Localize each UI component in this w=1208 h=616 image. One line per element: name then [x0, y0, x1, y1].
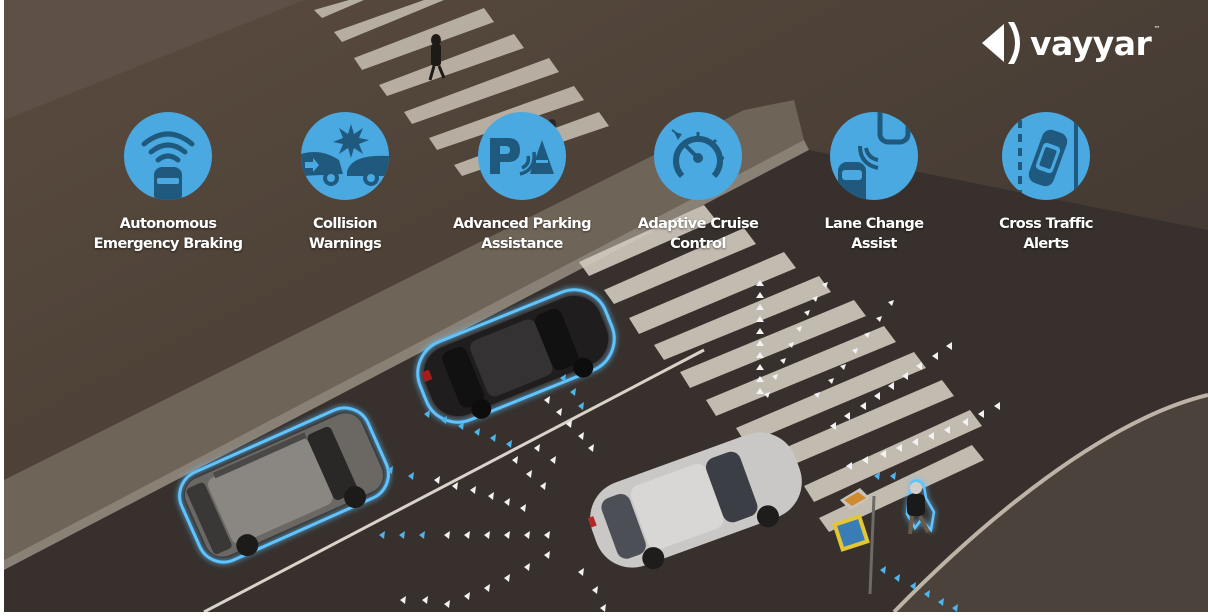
cross-traffic-icon [1018, 112, 1078, 200]
feature-label: Cross Traffic Alerts [999, 216, 1093, 252]
feature-parking-assistance: Advanced Parking Assistance [432, 112, 612, 254]
feature-icon-circle [478, 112, 566, 200]
feature-label: Lane Change Assist [824, 216, 925, 252]
feature-icon-circle [654, 112, 742, 200]
vayyar-logo: vayyar ™ [980, 20, 1160, 66]
brand-name: vayyar [1030, 23, 1152, 63]
feature-label: Advanced Parking Assistance [453, 216, 592, 252]
feature-lane-change: Lane Change Assist [784, 112, 964, 254]
trademark-symbol: ™ [1153, 25, 1161, 33]
feature-label: Collision Warnings [308, 216, 382, 252]
emergency-braking-icon [141, 131, 195, 200]
feature-emergency-braking: Autonomous Emergency Braking [78, 112, 258, 254]
feature-label: Autonomous Emergency Braking [93, 216, 243, 252]
street-background [4, 0, 1208, 612]
feature-label: Adaptive Cruise Control [637, 216, 759, 252]
lane-change-icon [838, 112, 911, 200]
feature-icon-circle [830, 112, 918, 200]
vayyar-chevron-icon [982, 22, 1020, 64]
feature-icon-circle [301, 112, 389, 200]
feature-icon-circle [124, 112, 212, 200]
feature-icon-circle [1002, 112, 1090, 200]
feature-adaptive-cruise: Adaptive Cruise Control [608, 112, 788, 254]
collision-warning-icon [301, 124, 389, 186]
feature-collision-warnings: Collision Warnings [255, 112, 435, 254]
cruise-control-icon [671, 129, 724, 179]
hero-scene: vayyar ™ Autonomous Emergency Braking Co… [4, 0, 1208, 612]
parking-assist-icon [490, 138, 554, 176]
feature-cross-traffic: Cross Traffic Alerts [956, 112, 1136, 254]
